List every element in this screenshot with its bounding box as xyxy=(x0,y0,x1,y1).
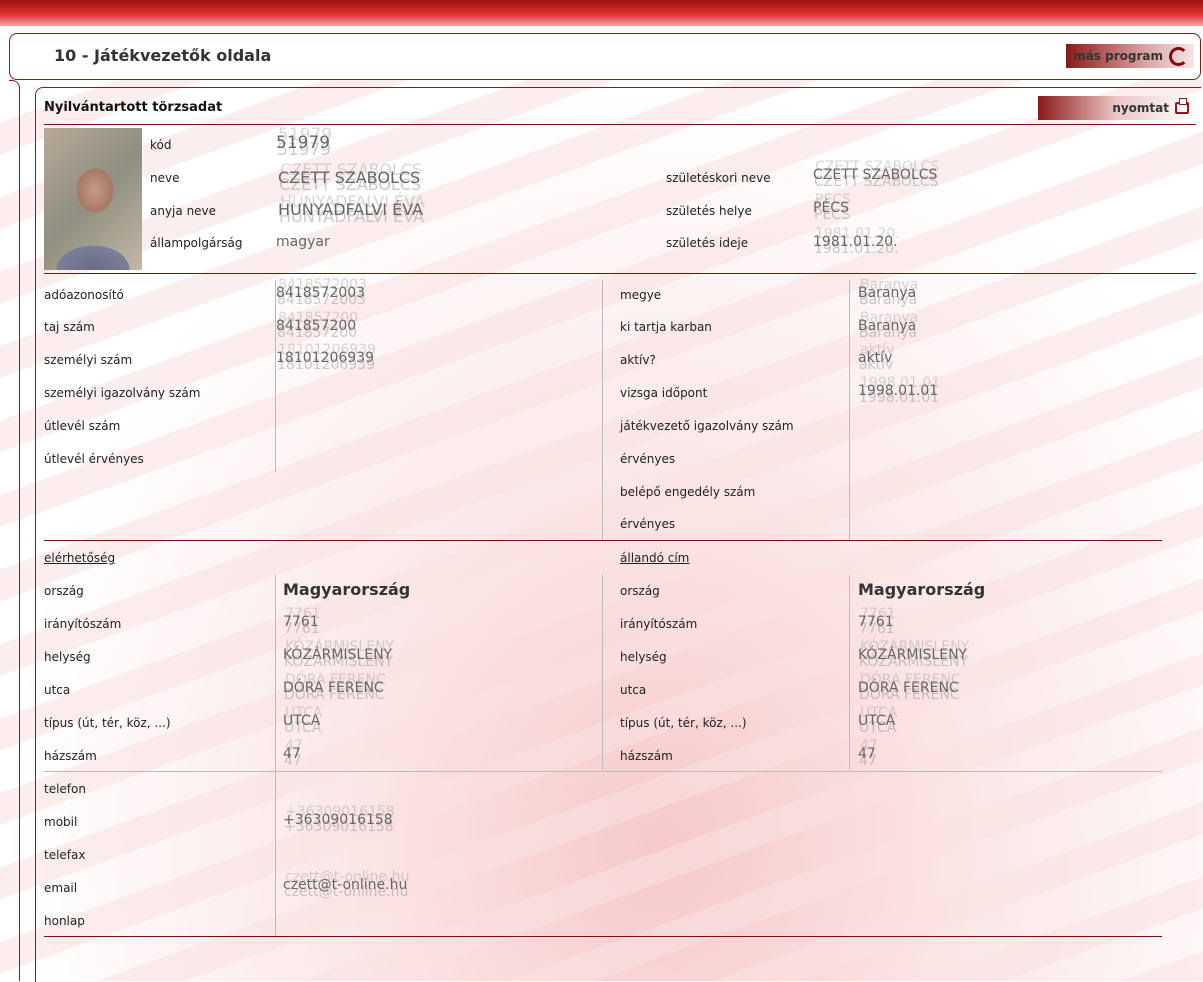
perm-house-number-value: 47 xyxy=(858,746,876,762)
mother-name-label: anyja neve xyxy=(150,204,217,218)
contact-heading-link[interactable]: elérhetőség xyxy=(44,551,115,565)
exam-date-label: vizsga időpont xyxy=(620,386,708,400)
print-label: nyomtat xyxy=(1112,101,1169,115)
print-button[interactable]: nyomtat xyxy=(1038,96,1195,120)
citizenship-value: magyar xyxy=(276,234,330,250)
phone-label: telefon xyxy=(44,782,86,796)
code-label: kód xyxy=(150,138,172,152)
mobile-value: +36309016158 xyxy=(283,812,393,828)
birth-name-value: CZETT SZABOLCS xyxy=(813,167,938,183)
zip-value: 7761 xyxy=(283,614,319,630)
perm-city-label: helység xyxy=(620,650,667,664)
active-label: aktív? xyxy=(620,353,656,367)
country-value: Magyarország xyxy=(283,580,411,599)
id-card-label: személyi igazolvány szám xyxy=(44,386,201,400)
street-type-value: UTCA xyxy=(283,713,321,729)
maintainer-label: ki tartja karban xyxy=(620,320,712,334)
referee-card-label: játékvezető igazolvány szám xyxy=(620,419,794,433)
street-label: utca xyxy=(44,683,71,697)
divider xyxy=(44,771,1162,772)
valid-label: érvényes xyxy=(620,452,676,466)
active-value: aktív xyxy=(858,350,893,366)
taj-label: taj szám xyxy=(44,320,95,334)
divider xyxy=(44,540,1162,541)
column-divider xyxy=(849,280,850,540)
tax-id-value: 8418572003 xyxy=(276,285,366,301)
house-number-value: 47 xyxy=(283,746,301,762)
country-label: ország xyxy=(44,584,84,598)
refresh-icon xyxy=(1169,46,1188,66)
perm-country-label: ország xyxy=(620,584,660,598)
column-divider xyxy=(602,280,603,540)
divider xyxy=(44,273,1196,274)
name-label: neve xyxy=(150,171,180,185)
city-label: helység xyxy=(44,650,91,664)
permanent-address-heading-link[interactable]: állandó cím xyxy=(620,551,689,565)
section-title: Nyilvántartott törzsadat xyxy=(44,100,223,115)
column-divider xyxy=(275,280,276,472)
exam-date-value: 1998.01.01 xyxy=(858,383,939,399)
left-side-rail xyxy=(9,80,20,981)
birth-date-value: 1981.01.20. xyxy=(813,234,898,250)
printer-icon xyxy=(1175,98,1189,114)
divider xyxy=(44,124,1196,125)
column-divider xyxy=(849,575,850,770)
perm-street-type-label: típus (út, tér, köz, ...) xyxy=(620,716,747,730)
mother-name-value: HUNYADFALVI ÉVA xyxy=(278,200,424,219)
valid-label-2: érvényes xyxy=(620,517,676,531)
house-number-label: házszám xyxy=(44,749,97,763)
column-divider xyxy=(602,575,603,770)
email-label: email xyxy=(44,881,78,895)
county-label: megye xyxy=(620,288,662,302)
perm-house-number-label: házszám xyxy=(620,749,673,763)
perm-zip-label: irányítószám xyxy=(620,617,698,631)
homepage-label: honlap xyxy=(44,914,85,928)
passport-label: útlevél szám xyxy=(44,419,121,433)
name-value: CZETT SZABOLCS xyxy=(278,168,421,187)
column-divider xyxy=(275,575,276,935)
email-value: czett@t-online.hu xyxy=(283,877,408,893)
passport-valid-label: útlevél érvényes xyxy=(44,452,144,466)
birth-name-label: születéskori neve xyxy=(666,171,771,185)
personal-number-label: személyi szám xyxy=(44,353,133,367)
maintainer-value: Baranya xyxy=(858,318,917,334)
fax-label: telefax xyxy=(44,848,86,862)
perm-street-value: DÓRA FERENC xyxy=(858,680,959,696)
city-value: KÓZÁRMISLENY xyxy=(283,647,393,663)
perm-street-label: utca xyxy=(620,683,647,697)
entry-permit-label: belépő engedély szám xyxy=(620,485,756,499)
birth-place-label: születés helye xyxy=(666,204,752,218)
other-program-button[interactable]: más program xyxy=(1066,44,1194,68)
other-program-label: más program xyxy=(1073,49,1163,63)
zip-label: irányítószám xyxy=(44,617,122,631)
perm-city-value: KÓZÁRMISLENY xyxy=(858,647,968,663)
mobile-label: mobil xyxy=(44,815,78,829)
page-header: 10 - Játékvezetők oldala más program xyxy=(9,33,1201,80)
birth-place-value: PÉCS xyxy=(813,200,849,216)
perm-zip-value: 7761 xyxy=(858,614,894,630)
street-value: DÓRA FERENC xyxy=(283,680,384,696)
top-gradient-bar xyxy=(0,0,1203,26)
birth-date-label: születés ideje xyxy=(666,236,749,250)
code-value: 51979 xyxy=(276,133,331,153)
taj-value: 841857200 xyxy=(276,318,357,334)
perm-country-value: Magyarország xyxy=(858,580,986,599)
citizenship-label: állampolgárság xyxy=(150,236,243,250)
county-value: Baranya xyxy=(858,285,917,301)
personal-number-value: 18101206939 xyxy=(276,350,374,366)
perm-street-type-value: UTCA xyxy=(858,713,896,729)
page-title: 10 - Játékvezetők oldala xyxy=(54,46,272,65)
main-panel xyxy=(35,87,1201,982)
divider xyxy=(44,936,1162,937)
street-type-label: típus (út, tér, köz, ...) xyxy=(44,716,171,730)
tax-id-label: adóazonosító xyxy=(44,288,124,302)
profile-photo xyxy=(44,128,142,270)
